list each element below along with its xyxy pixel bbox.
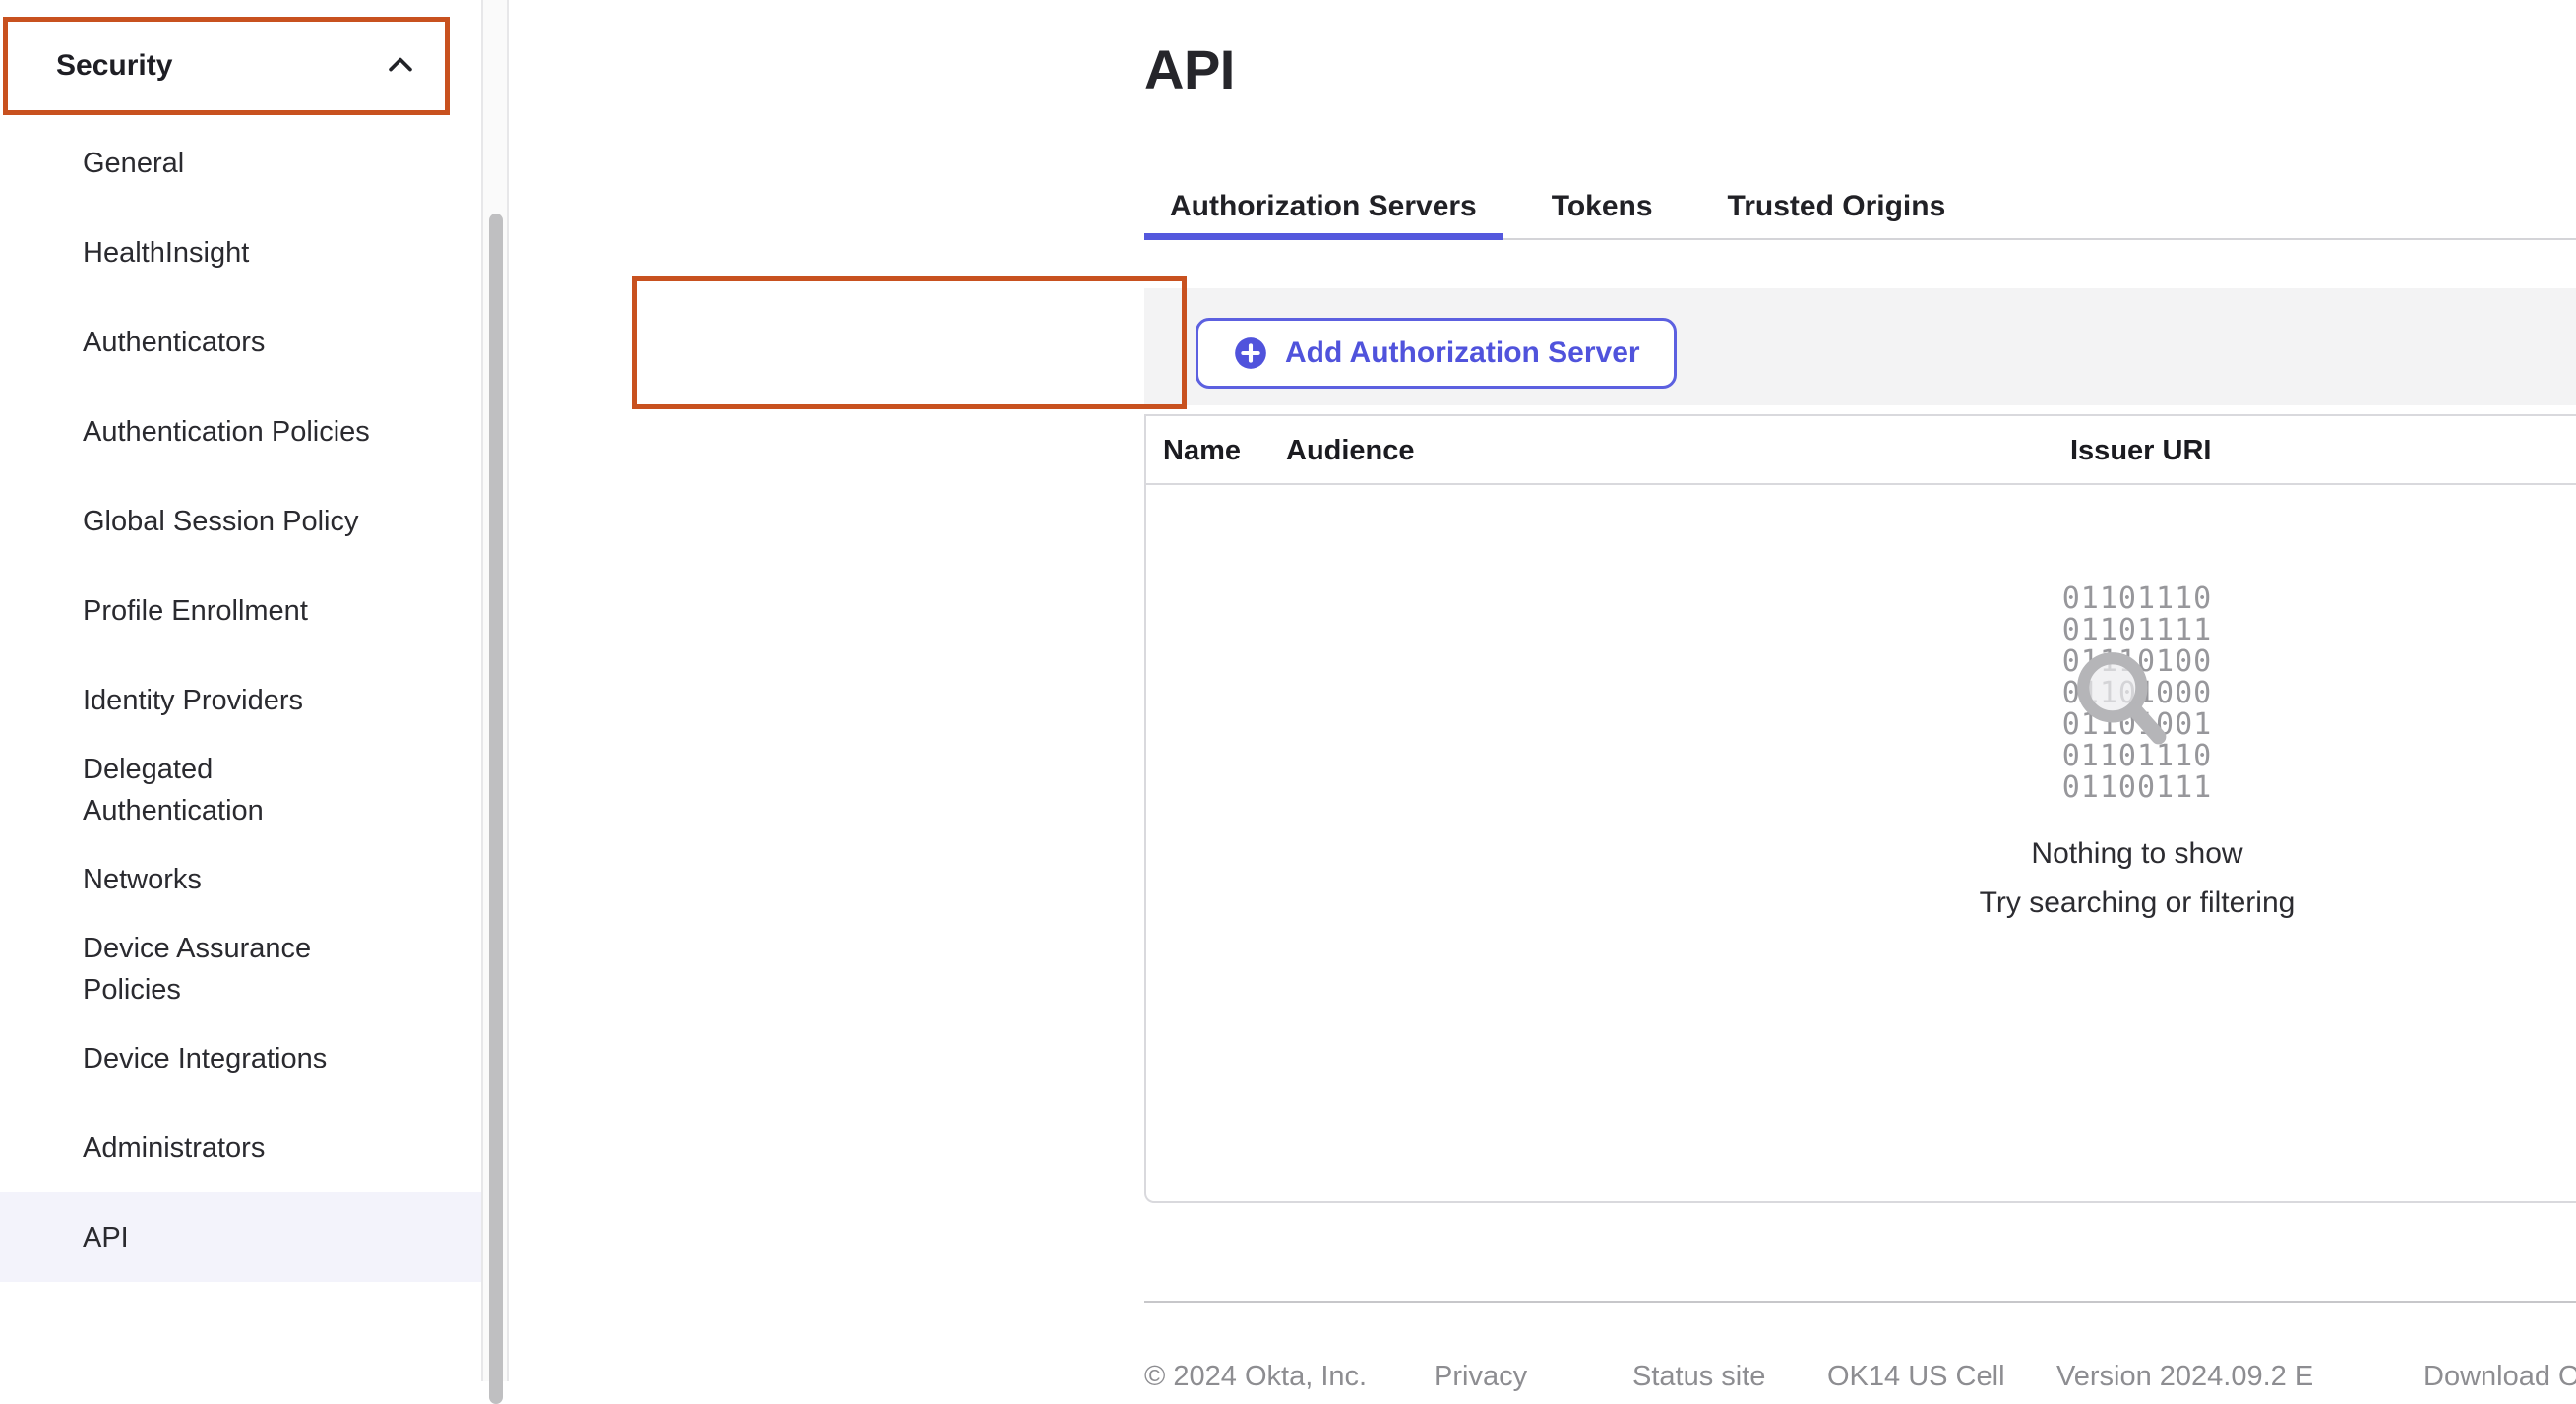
footer-link[interactable]: Privacy <box>1434 1360 1527 1393</box>
sidebar: Security General HealthInsight Authentic… <box>0 0 481 1381</box>
table-toolbar: Add Authorization Server <box>1144 288 2576 405</box>
table-column-header: Issuer URI <box>2070 416 2211 485</box>
sidebar-nav-item-label: Device Assurance Policies <box>83 928 311 1010</box>
sidebar-nav-item-label: General <box>83 143 184 184</box>
sidebar-nav-item[interactable]: Networks <box>0 834 481 924</box>
tab[interactable]: Authorization Servers <box>1144 169 1503 240</box>
sidebar-nav-item-label: Device Integrations <box>83 1038 327 1079</box>
sidebar-nav-item-label: Administrators <box>83 1128 265 1169</box>
empty-state-subtitle: Try searching or filtering <box>1911 884 2363 923</box>
sidebar-nav-item[interactable]: Delegated Authentication <box>0 745 481 834</box>
sidebar-nav-item[interactable]: API <box>0 1192 481 1282</box>
table-header-row: Name Audience Issuer URI <box>1146 416 2576 485</box>
binary-art-line: 01100111 <box>1911 772 2363 804</box>
sidebar-nav-item-label: Delegated Authentication <box>83 749 264 831</box>
sidebar-scrollbar-track[interactable] <box>481 0 509 1381</box>
main-content: API Authorization Servers Tokens Trusted… <box>509 0 2576 1381</box>
footer-link[interactable]: Download Okta <box>2423 1360 2576 1393</box>
table-column-header: Audience <box>1286 416 1415 485</box>
sidebar-nav-item[interactable]: Profile Enrollment <box>0 566 481 655</box>
footer: © 2024 Okta, Inc. Privacy Status site OK… <box>509 1360 2576 1399</box>
sidebar-nav-item[interactable]: Authentication Policies <box>0 387 481 476</box>
sidebar-nav-item-label: Identity Providers <box>83 680 303 721</box>
page-title: API <box>1144 37 1235 101</box>
footer-link[interactable]: Version 2024.09.2 E <box>2056 1360 2313 1393</box>
sidebar-nav-item[interactable]: HealthInsight <box>0 208 481 297</box>
sidebar-nav-item-label: Authentication Policies <box>83 411 370 453</box>
sidebar-nav-list: General HealthInsight Authenticators Aut… <box>0 118 481 1282</box>
tab-bar: Authorization Servers Tokens Trusted Ori… <box>1144 169 2576 240</box>
sidebar-nav-item[interactable]: Identity Providers <box>0 655 481 745</box>
tab-label: Authorization Servers <box>1170 190 1477 222</box>
sidebar-nav-item-label: API <box>83 1217 129 1258</box>
magnifier-icon <box>2072 647 2173 748</box>
sidebar-nav-item[interactable]: Global Session Policy <box>0 476 481 566</box>
sidebar-nav-item-label: HealthInsight <box>83 232 249 274</box>
chevron-up-icon <box>384 49 417 83</box>
sidebar-section-label: Security <box>56 49 172 83</box>
sidebar-nav-item[interactable]: General <box>0 118 481 208</box>
binary-art-line: 01101111 <box>1911 615 2363 646</box>
tab-label: Tokens <box>1552 190 1653 222</box>
plus-circle-icon <box>1232 335 1269 372</box>
sidebar-nav-item-label: Profile Enrollment <box>83 590 308 632</box>
sidebar-nav-item[interactable]: Administrators <box>0 1103 481 1192</box>
tab-label: Trusted Origins <box>1728 190 1946 222</box>
add-authorization-server-button[interactable]: Add Authorization Server <box>1196 318 1677 389</box>
tab[interactable]: Trusted Origins <box>1702 169 1972 240</box>
sidebar-nav-item[interactable]: Device Integrations <box>0 1013 481 1103</box>
empty-state: 01101110 01101111 01110100 01101000 0110… <box>1911 573 2363 804</box>
sidebar-nav-item-label: Global Session Policy <box>83 501 358 542</box>
sidebar-nav-item-label: Authenticators <box>83 322 265 363</box>
empty-state-title: Nothing to show <box>1911 834 2363 874</box>
sidebar-scrollbar-thumb[interactable] <box>489 214 503 1404</box>
add-button-label: Add Authorization Server <box>1285 336 1640 370</box>
sidebar-nav-item[interactable]: Authenticators <box>0 297 481 387</box>
table-column-header: Name <box>1163 416 1241 485</box>
sidebar-section-security[interactable]: Security <box>3 17 450 115</box>
footer-divider <box>1144 1301 2576 1303</box>
tab[interactable]: Tokens <box>1526 169 1679 240</box>
footer-link[interactable]: OK14 US Cell <box>1827 1360 2005 1393</box>
sidebar-nav-item-label: Networks <box>83 859 202 900</box>
footer-link[interactable]: © 2024 Okta, Inc. <box>1144 1360 1367 1393</box>
binary-art-line: 01101110 <box>1911 583 2363 615</box>
sidebar-nav-item[interactable]: Device Assurance Policies <box>0 924 481 1013</box>
footer-link[interactable]: Status site <box>1632 1360 1765 1393</box>
authorization-servers-table: Name Audience Issuer URI 01101110 011011… <box>1144 414 2576 1203</box>
